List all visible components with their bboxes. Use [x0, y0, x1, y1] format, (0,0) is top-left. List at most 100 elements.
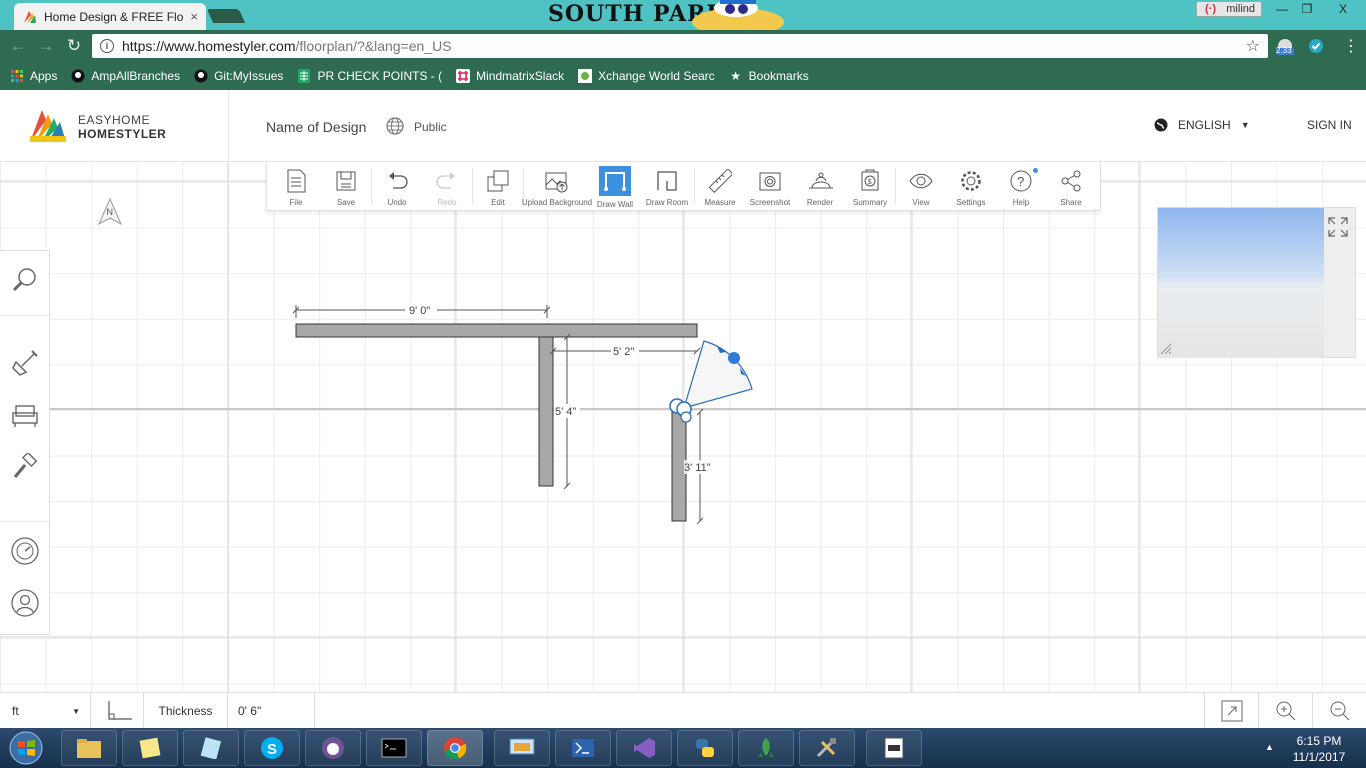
- bookmark-label: Bookmarks: [748, 69, 809, 83]
- tool-file[interactable]: File: [271, 162, 321, 211]
- tool-label: Draw Room: [645, 198, 689, 207]
- cartoon-character-icon: [692, 0, 784, 30]
- furniture-icon[interactable]: [8, 399, 42, 433]
- user-profile-icon[interactable]: [8, 586, 42, 620]
- dashboard-gauge-icon[interactable]: [8, 534, 42, 568]
- tray-expand-icon[interactable]: ▲: [1265, 742, 1274, 752]
- bookmark-git-myissues[interactable]: Git:MyIssues: [194, 69, 283, 83]
- site-info-icon[interactable]: i: [100, 39, 114, 53]
- address-bar[interactable]: i https://www.homestyler.com/floorplan/?…: [92, 34, 1268, 58]
- chrome-menu-icon[interactable]: ⋮: [1340, 36, 1362, 56]
- tool-measure[interactable]: Measure: [695, 162, 745, 211]
- right-angle-icon: [108, 701, 132, 720]
- thickness-label: Thickness: [144, 693, 228, 729]
- close-window-button[interactable]: X: [1320, 0, 1366, 18]
- unit-value: ft: [12, 704, 19, 718]
- tool-screenshot[interactable]: Screenshot: [745, 162, 795, 211]
- taskbar-skype[interactable]: S: [244, 730, 300, 766]
- browser-tab[interactable]: Home Design & FREE Flo ×: [14, 3, 206, 30]
- tool-settings[interactable]: Settings: [946, 162, 996, 211]
- tool-label: Render: [806, 198, 834, 207]
- taskbar-tools[interactable]: [799, 730, 855, 766]
- notification-dot: [1033, 168, 1038, 173]
- taskbar-sticky-notes[interactable]: [122, 730, 178, 766]
- new-tab-button[interactable]: [206, 9, 246, 23]
- tool-help[interactable]: ? Help: [996, 162, 1046, 211]
- globe-icon[interactable]: [386, 117, 404, 135]
- tool-undo[interactable]: Undo: [372, 162, 422, 211]
- fit-to-screen-icon[interactable]: [1204, 693, 1258, 729]
- extension-ghost-icon[interactable]: 2.33: [1274, 36, 1296, 56]
- taskbar-rocket-app[interactable]: [738, 730, 794, 766]
- tool-view[interactable]: View: [896, 162, 946, 211]
- reload-icon[interactable]: ↻: [64, 36, 84, 56]
- taskbar-cmd[interactable]: [366, 730, 422, 766]
- render-icon: [807, 168, 833, 194]
- bookmark-pr-check-points[interactable]: PR CHECK POINTS - (: [297, 69, 442, 83]
- redo-icon: [434, 168, 460, 194]
- tab-close-icon[interactable]: ×: [190, 9, 198, 24]
- taskbar-notepad[interactable]: [183, 730, 239, 766]
- language-label: ENGLISH: [1178, 118, 1231, 132]
- svg-text:S: S: [267, 741, 277, 758]
- angle-snap-toggle[interactable]: [92, 693, 144, 729]
- homestyler-favicon-icon: [24, 10, 36, 23]
- taskbar-notepad-plus[interactable]: [866, 730, 922, 766]
- bookmark-label: Xchange World Searc: [598, 69, 715, 83]
- taskbar-chrome[interactable]: [427, 730, 483, 766]
- bookmark-folder[interactable]: ★ Bookmarks: [729, 69, 809, 83]
- bookmark-star-icon[interactable]: ☆: [1246, 36, 1260, 56]
- brand-line1: EASYHOME: [78, 113, 151, 127]
- tool-edit[interactable]: Edit: [473, 162, 523, 211]
- extension-check-icon[interactable]: [1306, 36, 1328, 56]
- unit-select[interactable]: ft ▼: [0, 693, 91, 729]
- wall-vertical[interactable]: [538, 336, 554, 487]
- maximize-button[interactable]: ❐: [1294, 0, 1320, 18]
- tool-share[interactable]: Share: [1046, 162, 1096, 211]
- tool-draw-room[interactable]: Draw Room: [640, 162, 694, 211]
- wall-top[interactable]: [295, 323, 698, 338]
- tool-render[interactable]: Render: [795, 162, 845, 211]
- taskbar-clock[interactable]: 6:15 PM 11/1/2017: [1284, 733, 1354, 765]
- thickness-input[interactable]: 0' 6": [228, 693, 315, 729]
- bookmarks-bar: Apps AmpAllBranches Git:MyIssues PR CHEC…: [0, 62, 1366, 90]
- taskbar-explorer[interactable]: [61, 730, 117, 766]
- visibility-toggle[interactable]: Public: [414, 120, 447, 134]
- sign-in-link[interactable]: SIGN IN: [1307, 118, 1352, 132]
- design-name-field[interactable]: Name of Design: [266, 119, 366, 135]
- search-icon[interactable]: [8, 263, 42, 297]
- shovel-icon[interactable]: [8, 346, 42, 380]
- taskbar-powershell[interactable]: [555, 730, 611, 766]
- 3d-preview-panel[interactable]: [1157, 207, 1356, 358]
- tool-draw-wall[interactable]: Draw Wall: [590, 162, 640, 211]
- bookmark-apps[interactable]: Apps: [10, 69, 57, 83]
- taskbar-remote-desktop[interactable]: [494, 730, 550, 766]
- taskbar-github-desktop[interactable]: [305, 730, 361, 766]
- zoom-in-icon[interactable]: [1258, 693, 1312, 729]
- tool-redo[interactable]: Redo: [422, 162, 472, 211]
- tool-summary[interactable]: $ Summary: [845, 162, 895, 211]
- tool-label: Redo: [437, 198, 457, 207]
- forward-icon[interactable]: →: [36, 36, 56, 56]
- minimize-button[interactable]: —: [1270, 0, 1294, 18]
- taskbar-visual-studio[interactable]: [616, 730, 672, 766]
- dimension-label-vertical-wall: 5' 4": [555, 406, 576, 418]
- url-path: /floorplan/?&lang=en_US: [295, 38, 452, 54]
- angle-handle[interactable]: [728, 352, 740, 364]
- tool-save[interactable]: Save: [321, 162, 371, 211]
- bookmark-ampallbranches[interactable]: AmpAllBranches: [71, 69, 180, 83]
- expand-icon[interactable]: [1327, 216, 1349, 238]
- bookmark-mindmatrixslack[interactable]: MindmatrixSlack: [456, 69, 564, 83]
- profile-chip[interactable]: (·) milind: [1196, 1, 1262, 17]
- back-icon[interactable]: ←: [8, 36, 28, 56]
- windows-start-icon[interactable]: [6, 730, 46, 766]
- tool-upload-background[interactable]: Upload Background: [522, 162, 592, 211]
- sticky-notes-icon: [139, 737, 161, 759]
- resize-grip-icon[interactable]: [1160, 343, 1172, 355]
- zoom-out-icon[interactable]: [1312, 693, 1366, 729]
- language-selector[interactable]: ENGLISH ▼: [1154, 118, 1250, 132]
- preview-viewport[interactable]: [1158, 208, 1324, 358]
- taskbar-python[interactable]: [677, 730, 733, 766]
- bookmark-xchange[interactable]: Xchange World Searc: [578, 69, 715, 83]
- paint-roller-icon[interactable]: [8, 451, 42, 485]
